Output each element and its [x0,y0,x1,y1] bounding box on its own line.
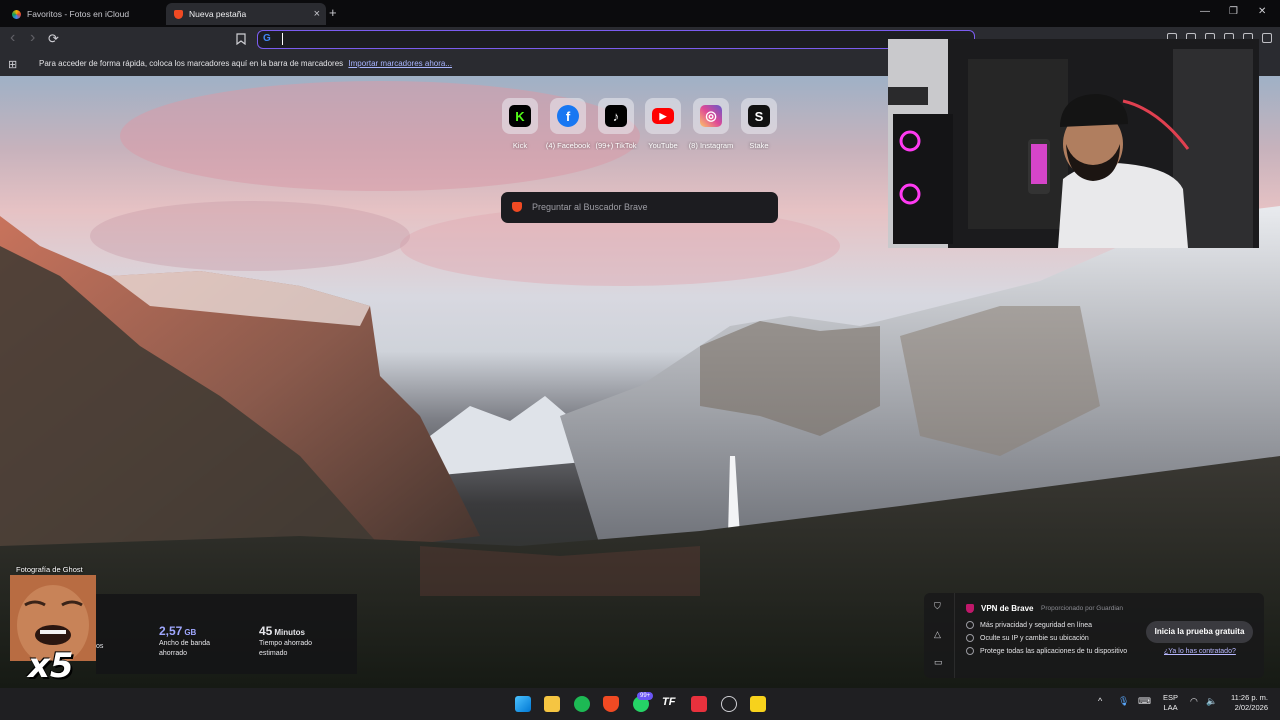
address-bar[interactable]: G [257,30,975,49]
check-icon [966,634,974,642]
minimize-button[interactable]: — [1200,6,1210,17]
brave-icon[interactable] [603,696,619,712]
tiktok-icon: ♪ [605,105,627,127]
reload-button[interactable]: ⟳ [48,31,59,47]
tab-label: Favoritos - Fotos en iCloud [27,9,130,19]
stat-bandwidth-saved: 2,57 GB Ancho de banda ahorrado [159,624,210,657]
tab-strip: Favoritos - Fotos en iCloud Nueva pestañ… [0,0,1280,27]
close-tab-icon[interactable]: × [314,8,320,20]
forward-button[interactable]: › [30,29,35,47]
brave-search-box[interactable]: Preguntar al Buscador Brave [501,192,778,223]
warning-icon[interactable]: △ [934,629,941,640]
streamer-webcam-feed [888,39,1259,248]
tab-label: Nueva pestaña [189,9,247,19]
stat-cutoff-label: os [96,643,104,650]
red-app-icon[interactable] [691,696,707,712]
shield-icon[interactable]: ⛉ [934,601,941,612]
bookmark-icon[interactable] [236,33,246,45]
file-explorer-icon[interactable] [544,696,560,712]
keyboard-icon[interactable]: ⌨ [1138,696,1151,707]
stat-time-saved: 45 Minutos Tiempo ahorrado estimado [259,624,313,657]
spotify-icon[interactable] [574,696,590,712]
import-bookmarks-link[interactable]: Importar marcadores ahora... [348,59,452,68]
bookmarks-hint: Para acceder de forma rápida, coloca los… [39,59,453,68]
google-icon: G [263,33,271,44]
already-subscribed-link[interactable]: ¿Ya lo has contratado? [1164,648,1236,655]
tf-app-icon[interactable]: TF [662,696,678,712]
brave-favicon [174,9,183,19]
sticky-notes-icon[interactable] [750,696,766,712]
whatsapp-badge: 99+ [637,692,654,700]
start-trial-button[interactable]: Inicia la prueba gratuita [1146,621,1253,643]
top-site-stake[interactable]: S Stake [740,98,778,150]
vpn-title: VPN de Brave [981,604,1034,613]
text-caret [282,33,283,45]
url-input[interactable] [288,32,952,48]
brave-vpn-widget: ⛉ △ ▭ VPN de Brave Proporcionado por Gua… [924,593,1264,678]
card-icon[interactable]: ▭ [934,657,943,668]
instagram-icon: ◎ [700,105,722,127]
microphone-icon[interactable]: 🎙 [1118,696,1129,707]
language-indicator[interactable]: ESP LAA [1163,693,1178,713]
brave-stats-widget: os 2,57 GB Ancho de banda ahorrado 45 Mi… [96,594,357,674]
tab-icloud-photos[interactable]: Favoritos - Fotos en iCloud [6,3,167,25]
meme-multiplier-text: x5 [28,646,74,686]
close-window-button[interactable]: ✕ [1258,6,1266,17]
volume-icon[interactable]: 🔈 [1206,696,1217,707]
check-icon [966,621,974,629]
start-menu-icon[interactable] [515,696,531,712]
check-icon [966,647,974,655]
top-sites: K Kick f (4) Facebook ♪ (99+) TikTok ▶ Y… [501,98,781,158]
vpn-feature: Protege todas las aplicaciones de tu dis… [966,647,1127,655]
restore-button[interactable]: ❐ [1229,6,1238,17]
apps-grid-icon[interactable]: ⊞ [8,58,17,71]
kick-icon: K [509,105,531,127]
stake-icon: S [748,105,770,127]
system-clock[interactable]: 11:26 p. m. 2/02/2026 [1231,693,1268,713]
photo-credit: Fotografía de Ghost [16,565,83,574]
menu-icon[interactable] [1262,33,1272,43]
widget-side-rail: ⛉ △ ▭ [924,593,955,678]
back-button[interactable]: ‹ [10,29,15,47]
vpn-feature: Oculte su IP y cambie su ubicación [966,634,1089,642]
search-placeholder: Preguntar al Buscador Brave [532,202,648,212]
new-tab-button[interactable]: + [329,5,337,20]
youtube-icon: ▶ [652,108,674,124]
icloud-favicon [12,9,21,19]
tab-new-tab[interactable]: Nueva pestaña × [166,3,326,25]
clock-app-icon[interactable] [721,696,737,712]
vpn-provider: Proporcionado por Guardian [1041,605,1124,612]
brave-lion-icon [512,202,522,212]
facebook-icon: f [557,105,579,127]
tray-chevron-icon[interactable]: ^ [1098,696,1102,706]
vpn-shield-icon [966,604,974,613]
wifi-icon[interactable]: ◠ [1190,696,1198,707]
webcam-overlay [888,39,1259,248]
vpn-feature: Más privacidad y seguridad en línea [966,621,1092,629]
